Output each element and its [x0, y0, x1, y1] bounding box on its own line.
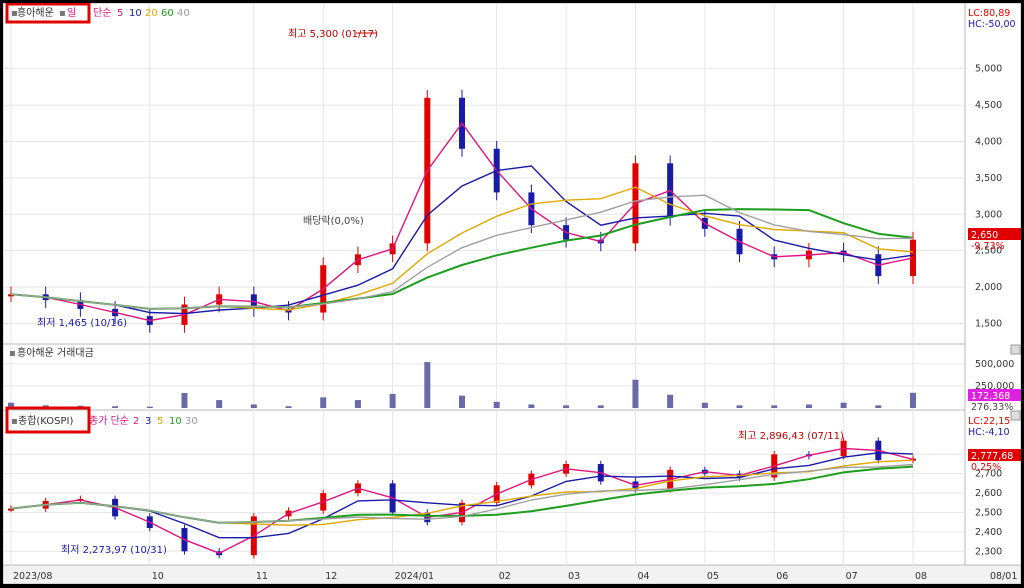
y-tick-label: 2,500 [975, 507, 1002, 518]
index-ma-period-5[interactable]: 5 [157, 416, 163, 427]
volume-bar [805, 404, 812, 408]
price-lc: LC:80,89 [968, 8, 1010, 19]
price-last-value: 2,650 [971, 230, 998, 241]
x-tick-label: 08/01 [990, 571, 1017, 582]
ma-period-5[interactable]: 5 [117, 8, 123, 19]
x-tick-label: 06 [776, 571, 788, 582]
legend-bullet: ▪ [11, 416, 18, 427]
stock-name[interactable]: 흥아해운 [17, 6, 54, 19]
volume-bar [285, 406, 292, 408]
volume-bar [181, 392, 188, 408]
index-ma-period-3[interactable]: 3 [145, 416, 151, 427]
x-tick-label: 12 [325, 571, 337, 582]
price-panel [2, 2, 966, 345]
volume-bar [597, 405, 604, 408]
volume-bar [354, 400, 361, 408]
volume-bar [216, 400, 223, 408]
legend-bullet: ▪ [59, 8, 66, 19]
index-last-value: 2,777,68 [971, 451, 1013, 462]
volume-bar [910, 392, 916, 408]
volume-bar [493, 401, 500, 408]
volume-bar [146, 406, 153, 408]
volume-bar [840, 402, 847, 408]
volume-panel-title[interactable]: 흥아해운 거래대금 [17, 346, 94, 359]
volume-bar [563, 405, 570, 408]
index-name[interactable]: 종합(KOSPI) [18, 415, 74, 427]
y-tick-label: 2,300 [975, 546, 1002, 557]
price-high-annotation: 최고 5,300 (01/17) [288, 28, 378, 40]
price-change-value: -9,73% [971, 241, 1005, 252]
y-tick-label: 4,500 [975, 100, 1002, 111]
index-ma-label[interactable]: 종가 단순 [89, 415, 129, 427]
index-ma-period-2[interactable]: 2 [133, 416, 139, 427]
x-tick-label: 04 [637, 571, 649, 582]
index-low-annotation: 최저 2,273,97 (10/31) [61, 544, 167, 556]
volume-bar [736, 405, 743, 408]
y-tick-label: 3,500 [975, 173, 1002, 184]
volume-last-value: 172,368 [971, 391, 1010, 402]
volume-bar [632, 379, 639, 408]
volume-bar [250, 404, 257, 408]
period-label[interactable]: 일 [67, 7, 76, 19]
volume-bar [771, 405, 778, 408]
index-hc: HC:-4,10 [968, 427, 1010, 438]
x-tick-label: 2024/01 [395, 571, 434, 582]
x-tick-label: 08 [915, 571, 927, 582]
y-tick-label: 2,000 [975, 282, 1002, 293]
y-tick-label: 4,000 [975, 136, 1002, 147]
index-ma-period-10[interactable]: 10 [169, 416, 182, 427]
volume-bar [112, 406, 119, 408]
ma-period-20[interactable]: 20 [145, 8, 158, 19]
y-tick-label: 2,600 [975, 488, 1002, 499]
index-panel-button[interactable] [1010, 410, 1021, 421]
volume-bar [320, 397, 327, 408]
legend-bullet: ▪ [9, 348, 16, 359]
x-tick-label: 2023/08 [13, 571, 52, 582]
volume-bar [667, 394, 674, 408]
y-tick-label: 3,000 [975, 209, 1002, 220]
index-high-annotation: 최고 2,896,43 (07/11) [738, 430, 844, 442]
x-tick-label: 10 [152, 571, 164, 582]
volume-bar [424, 362, 431, 408]
ma-period-60[interactable]: 60 [161, 8, 174, 19]
x-tick-label: 11 [256, 571, 268, 582]
chart-window: 1,500 2,000 2,500 3,000 3,500 4,000 4,500 5,000… [2, 2, 1022, 585]
y-tick-label: 500,000 [975, 359, 1014, 370]
ma-period-40[interactable]: 40 [177, 8, 190, 19]
volume-bar [528, 404, 535, 408]
ex-dividend-annotation: 배당락(0,0%) [303, 215, 364, 227]
y-tick-label: 2,400 [975, 527, 1002, 538]
y-tick-label: 5,000 [975, 64, 1002, 75]
volume-change-value: 276,33% [971, 402, 1013, 413]
stock-chart: 1,500 2,000 2,500 3,000 3,500 4,000 4,500 5,000… [2, 2, 1022, 585]
ma-period-10[interactable]: 10 [129, 8, 142, 19]
x-tick-label: 05 [707, 571, 719, 582]
volume-bar [875, 405, 882, 408]
volume-bar [389, 393, 396, 408]
x-tick-label: 02 [499, 571, 511, 582]
index-change-value: 0,25% [971, 462, 1001, 473]
ma-label[interactable]: 단순 [93, 7, 111, 19]
y-tick-label: 1,500 [975, 318, 1002, 329]
volume-panel [2, 343, 966, 411]
volume-bar [459, 395, 465, 408]
volume-bar [701, 402, 708, 408]
index-lc: LC:22,15 [968, 416, 1010, 427]
volume-panel-button[interactable] [1010, 344, 1021, 355]
x-tick-label: 03 [568, 571, 580, 582]
x-tick-label: 07 [846, 571, 858, 582]
price-low-annotation: 최저 1,465 (10/16) [37, 317, 127, 329]
price-hc: HC:-50,00 [968, 19, 1016, 30]
index-ma-period-30[interactable]: 30 [185, 416, 198, 427]
